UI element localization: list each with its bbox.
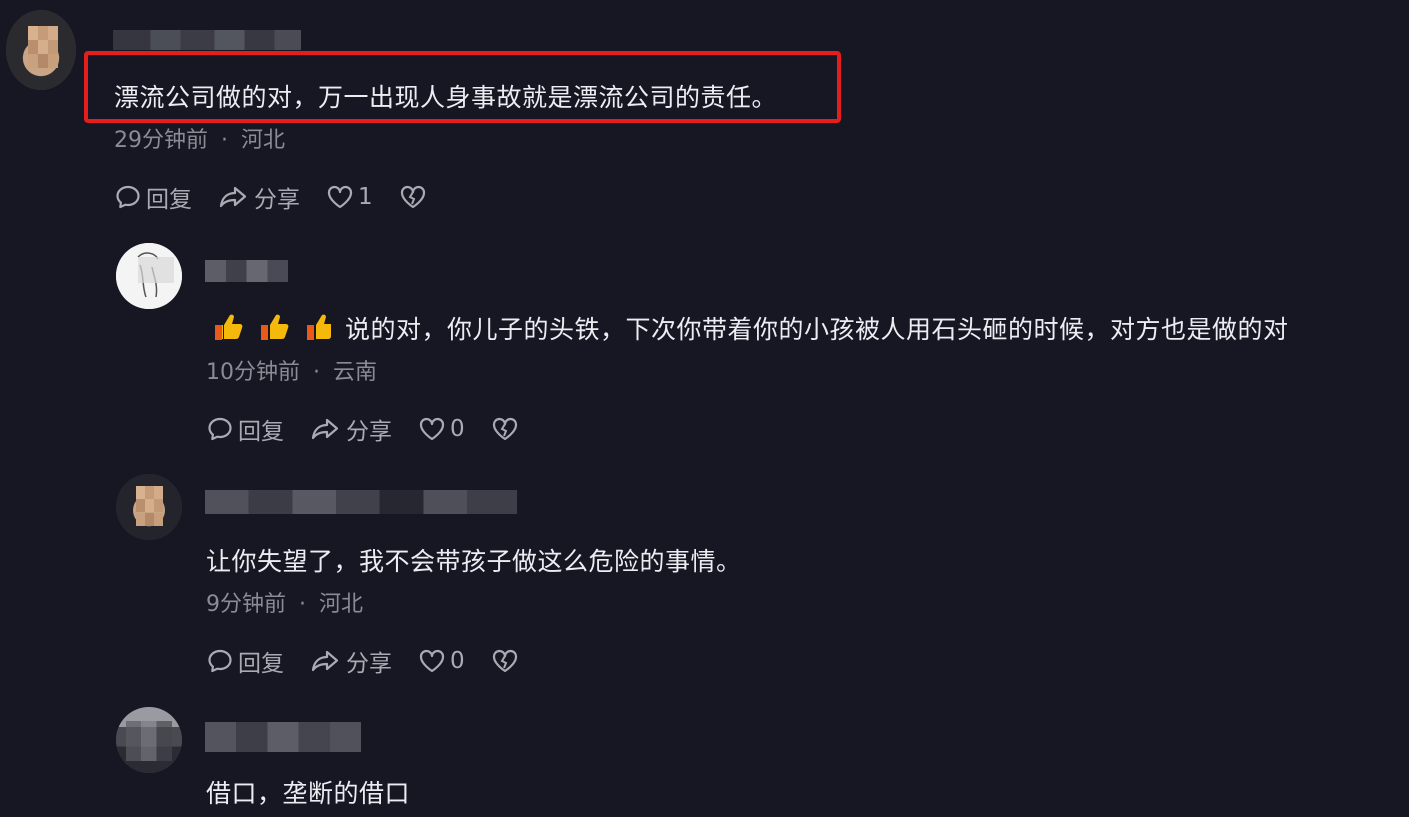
- comment-location: 河北: [319, 592, 364, 617]
- comment-location: 河北: [241, 128, 286, 153]
- comment-meta: 9分钟前 · 河北: [206, 586, 363, 618]
- like-count: 0: [450, 416, 465, 442]
- share-icon: [218, 183, 250, 211]
- avatar[interactable]: [6, 10, 76, 90]
- reply-label: 回复: [238, 651, 284, 677]
- share-icon: [310, 415, 342, 443]
- comment-time: 10分钟前: [206, 360, 300, 385]
- avatar[interactable]: [116, 707, 182, 773]
- comment-text-body: 说的对，你儿子的头铁，下次你带着你的小孩被人用石头砸的时候，对方也是做的对: [345, 315, 1289, 344]
- reply-icon: [206, 647, 234, 675]
- reply-label: 回复: [238, 419, 284, 445]
- like-count: 1: [358, 184, 373, 210]
- avatar[interactable]: [116, 474, 182, 540]
- dislike-button[interactable]: [491, 648, 519, 674]
- comment-text: 漂流公司做的对，万一出现人身事故就是漂流公司的责任。: [114, 83, 778, 112]
- share-label: 分享: [346, 651, 392, 677]
- like-icon: [326, 184, 354, 210]
- meta-separator: ·: [221, 128, 228, 153]
- reply-button[interactable]: 回复: [114, 180, 192, 214]
- thumbs-up-emoji: [213, 311, 335, 347]
- comment-meta: 10分钟前 · 云南: [206, 354, 377, 386]
- dislike-button[interactable]: [399, 184, 427, 210]
- username-blurred[interactable]: [205, 260, 288, 282]
- comment-actions: 回复 分享 1: [114, 180, 453, 214]
- comment-time: 29分钟前: [114, 128, 208, 153]
- username-blurred[interactable]: [205, 490, 517, 514]
- comment-actions: 回复 分享 0: [206, 644, 545, 678]
- comment-time: 9分钟前: [206, 592, 286, 617]
- like-button[interactable]: 0: [418, 416, 465, 442]
- comment-thread: 漂流公司做的对，万一出现人身事故就是漂流公司的责任。 29分钟前 · 河北 回复…: [0, 0, 1409, 817]
- comment-location: 云南: [333, 360, 378, 385]
- meta-separator: ·: [313, 360, 320, 385]
- dislike-icon: [399, 184, 427, 210]
- share-icon: [310, 647, 342, 675]
- meta-separator: ·: [299, 592, 306, 617]
- reply-icon: [114, 183, 142, 211]
- like-button[interactable]: 0: [418, 648, 465, 674]
- comment-actions: 回复 分享 0: [206, 412, 545, 446]
- reply-icon: [206, 415, 234, 443]
- reply-button[interactable]: 回复: [206, 644, 284, 678]
- comment-text: 让你失望了，我不会带孩子做这么危险的事情。: [206, 547, 742, 576]
- reply-button[interactable]: 回复: [206, 412, 284, 446]
- share-label: 分享: [254, 187, 300, 213]
- share-label: 分享: [346, 419, 392, 445]
- like-button[interactable]: 1: [326, 184, 373, 210]
- comment-text: 借口，垄断的借口: [206, 779, 411, 808]
- reply-label: 回复: [146, 187, 192, 213]
- share-button[interactable]: 分享: [218, 180, 300, 214]
- like-icon: [418, 648, 446, 674]
- dislike-icon: [491, 648, 519, 674]
- comment-text: 说的对，你儿子的头铁，下次你带着你的小孩被人用石头砸的时候，对方也是做的对: [213, 310, 1289, 347]
- dislike-icon: [491, 416, 519, 442]
- dislike-button[interactable]: [491, 416, 519, 442]
- share-button[interactable]: 分享: [310, 644, 392, 678]
- username-blurred[interactable]: [205, 722, 361, 752]
- share-button[interactable]: 分享: [310, 412, 392, 446]
- username-blurred[interactable]: [113, 30, 301, 50]
- like-count: 0: [450, 648, 465, 674]
- avatar[interactable]: [116, 243, 182, 309]
- comment-meta: 29分钟前 · 河北: [114, 122, 285, 154]
- like-icon: [418, 416, 446, 442]
